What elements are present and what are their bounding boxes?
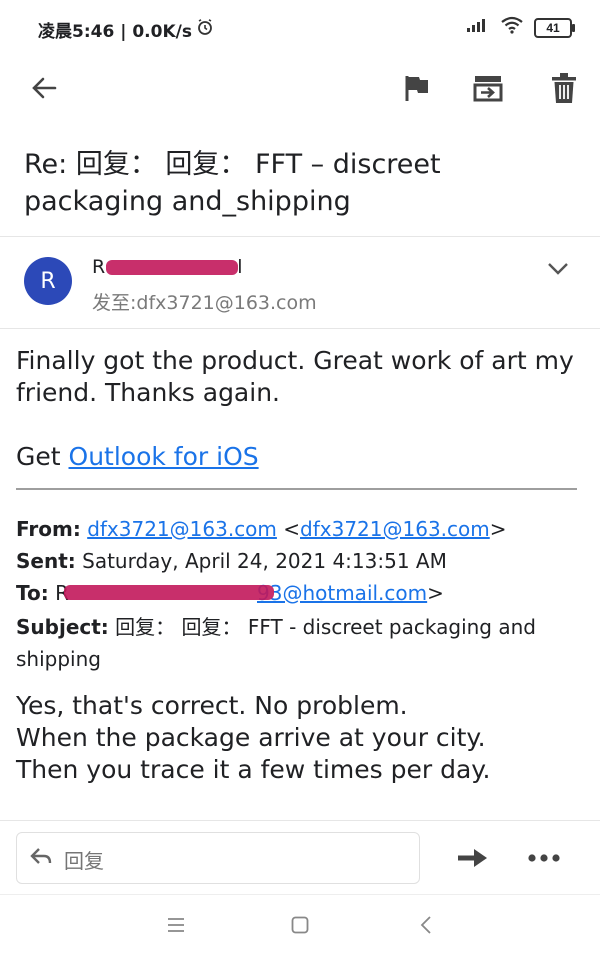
menu-lines-icon bbox=[168, 918, 184, 932]
trash-icon bbox=[552, 73, 576, 103]
redaction-mark bbox=[64, 585, 274, 600]
more-options-button[interactable] bbox=[522, 840, 566, 876]
status-right: 41 bbox=[466, 16, 575, 39]
divider bbox=[0, 820, 600, 821]
sender-name-start: R bbox=[92, 256, 106, 278]
quoted-subject-line: Subject: 回复： 回复： FFT - discreet packagin… bbox=[16, 611, 586, 675]
from-label: From: bbox=[16, 517, 81, 541]
reply-label: 回复 bbox=[64, 849, 104, 873]
from-email-link[interactable]: dfx3721@163.com bbox=[87, 517, 277, 541]
email-body-line: Finally got the product. Great work of a… bbox=[16, 346, 574, 375]
back-arrow-icon bbox=[32, 77, 57, 99]
from-email-bracket-link[interactable]: dfx3721@163.com bbox=[300, 517, 490, 541]
quoted-sent-line: Sent: Saturday, April 24, 2021 4:13:51 A… bbox=[16, 545, 586, 577]
more-horizontal-icon bbox=[528, 854, 560, 862]
system-nav-bar bbox=[0, 894, 600, 953]
app-bar bbox=[0, 56, 600, 120]
status-bar: 凌晨5:46 | 0.0K/s 41 bbox=[0, 0, 600, 56]
flag-icon bbox=[405, 76, 428, 101]
sent-value: Saturday, April 24, 2021 4:13:51 AM bbox=[82, 549, 447, 573]
status-left: 凌晨5:46 | 0.0K/s bbox=[38, 17, 214, 42]
quoted-from-line: From: dfx3721@163.com <dfx3721@163.com> bbox=[16, 517, 507, 541]
chevron-down-icon bbox=[548, 263, 568, 275]
battery-icon: 41 bbox=[534, 17, 575, 38]
divider bbox=[0, 236, 600, 237]
redaction-mark bbox=[106, 260, 238, 275]
alarm-icon bbox=[196, 18, 214, 41]
email-subject: Re: 回复： 回复： FFT – discreet packaging and… bbox=[24, 149, 441, 217]
back-button[interactable] bbox=[24, 68, 64, 108]
status-time-text: 凌晨5:46 | 0.0K/s bbox=[38, 22, 192, 42]
to-label: To: bbox=[16, 581, 49, 605]
quote-separator bbox=[16, 488, 577, 490]
system-back-button[interactable] bbox=[410, 912, 442, 938]
email-body-line: friend. Thanks again. bbox=[16, 378, 280, 407]
expand-details-button[interactable] bbox=[544, 258, 572, 283]
signature-prefix: Get bbox=[16, 442, 69, 471]
quoted-body-line: Then you trace it a few times per day. bbox=[16, 755, 491, 784]
reply-arrow-icon bbox=[30, 846, 52, 871]
subject-label: Subject: bbox=[16, 615, 109, 639]
signal-icon bbox=[466, 17, 490, 38]
divider bbox=[0, 328, 600, 329]
wifi-icon bbox=[500, 16, 524, 39]
move-to-icon bbox=[473, 76, 503, 102]
move-to-button[interactable] bbox=[468, 68, 508, 108]
outlook-signature: Get Outlook for iOS bbox=[16, 441, 586, 473]
forward-arrow-icon bbox=[458, 849, 487, 867]
recent-apps-button[interactable] bbox=[160, 912, 192, 938]
chevron-left-icon bbox=[420, 916, 431, 934]
home-square-icon bbox=[291, 916, 309, 934]
avatar[interactable]: R bbox=[24, 257, 72, 305]
quoted-body-line: When the package arrive at your city. bbox=[16, 723, 486, 752]
outlook-for-ios-link[interactable]: Outlook for iOS bbox=[69, 442, 259, 471]
quoted-body-line: Yes, that's correct. No problem. bbox=[16, 691, 408, 720]
sent-label: Sent: bbox=[16, 549, 76, 573]
forward-button[interactable] bbox=[450, 840, 494, 876]
flag-button[interactable] bbox=[396, 68, 436, 108]
delete-button[interactable] bbox=[544, 68, 584, 108]
home-button[interactable] bbox=[284, 912, 316, 938]
recipient-line[interactable]: 发至:dfx3721@163.com bbox=[92, 288, 317, 315]
to-email-link[interactable]: 93@hotmail.com bbox=[257, 581, 427, 605]
